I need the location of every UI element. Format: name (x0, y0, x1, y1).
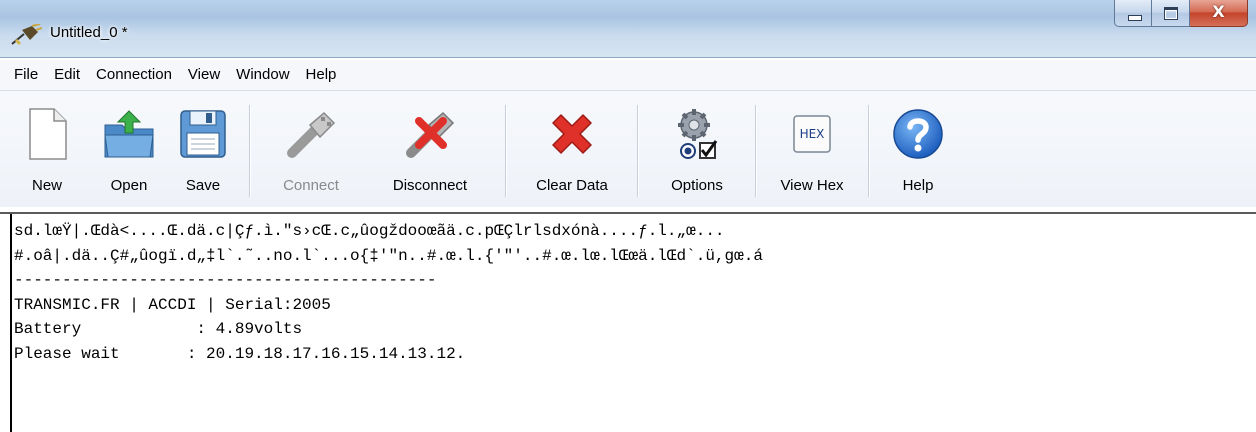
new-label: New (31, 177, 62, 194)
disconnect-label: Disconnect (392, 177, 468, 194)
disconnect-button[interactable]: Disconnect (372, 99, 488, 199)
terminal-line: Please wait : 20.19.18.17.16.15.14.13.12… (14, 344, 466, 363)
open-button[interactable]: Open (98, 99, 160, 199)
toolbar: New Open Save Connect Disconnect Clear D… (0, 91, 1256, 207)
usb-plug-icon (287, 111, 336, 158)
plug-app-icon (11, 24, 42, 46)
options-button[interactable]: Options (652, 99, 742, 199)
menu-window[interactable]: Window (228, 60, 297, 90)
menu-connection[interactable]: Connection (88, 60, 180, 90)
gear-options-icon (678, 109, 718, 159)
clear-data-button[interactable]: Clear Data (520, 99, 624, 199)
application-window: Untitled_0 * X File Edit Connection View… (0, 0, 1256, 432)
terminal-output-panel[interactable]: sd.lœŸ|.Œdà<....Œ.dä.c|Çƒ.ì."s›cŒ.c„ûogž… (0, 212, 1256, 432)
view-hex-label: View Hex (780, 177, 844, 194)
hex-icon-text: HEX (799, 127, 825, 141)
terminal-line: TRANSMIC.FR | ACCDI | Serial:2005 (14, 295, 331, 314)
window-title: Untitled_0 * (50, 24, 128, 41)
terminal-text-area[interactable]: sd.lœŸ|.Œdà<....Œ.dä.c|Çƒ.ì."s›cŒ.c„ûogž… (10, 214, 1256, 432)
connect-button[interactable]: Connect (268, 99, 354, 199)
toolbar-separator (868, 105, 869, 197)
save-label: Save (185, 177, 221, 194)
maximize-button[interactable] (1152, 0, 1190, 27)
question-mark-icon (893, 109, 943, 159)
toolbar-separator (505, 105, 506, 197)
floppy-disk-icon (180, 110, 226, 158)
terminal-line: sd.lœŸ|.Œdà<....Œ.dä.c|Çƒ.ì."s›cŒ.c„ûogž… (14, 222, 725, 240)
red-x-icon (552, 114, 592, 154)
usb-disconnect-icon (406, 111, 455, 158)
menu-edit[interactable]: Edit (46, 60, 88, 90)
menu-bar: File Edit Connection View Window Help (0, 60, 1256, 91)
new-document-icon (29, 108, 67, 160)
new-button[interactable]: New (20, 99, 74, 199)
minimize-icon (1128, 15, 1142, 21)
menu-help[interactable]: Help (298, 60, 345, 90)
view-hex-button[interactable]: HEX View Hex (770, 99, 854, 199)
toolbar-separator (249, 105, 250, 197)
title-bar[interactable]: Untitled_0 * X (0, 0, 1256, 58)
close-icon: X (1212, 2, 1225, 21)
terminal-line: ----------------------------------------… (14, 271, 437, 289)
close-button[interactable]: X (1190, 0, 1248, 27)
toolbar-separator (755, 105, 756, 197)
open-label: Open (110, 177, 148, 194)
connect-label: Connect (283, 177, 339, 194)
help-button[interactable]: Help (886, 99, 950, 199)
maximize-icon (1164, 7, 1178, 20)
clear-data-label: Clear Data (536, 177, 608, 194)
menu-file[interactable]: File (0, 60, 46, 90)
open-folder-icon (104, 110, 154, 158)
minimize-button[interactable] (1114, 0, 1152, 27)
help-label: Help (902, 177, 934, 194)
save-button[interactable]: Save (174, 99, 232, 199)
terminal-line: #.oâ|.dä..Ç#„ûogï.d„‡l`.˜..no.l`...o{‡'"… (14, 246, 763, 265)
options-label: Options (671, 177, 723, 194)
caption-buttons: X (1114, 0, 1248, 27)
terminal-lines: sd.lœŸ|.Œdà<....Œ.dä.c|Çƒ.ì."s›cŒ.c„ûogž… (12, 219, 763, 366)
terminal-line: Battery : 4.89volts (14, 320, 303, 338)
toolbar-separator (637, 105, 638, 197)
menu-view[interactable]: View (180, 60, 228, 90)
